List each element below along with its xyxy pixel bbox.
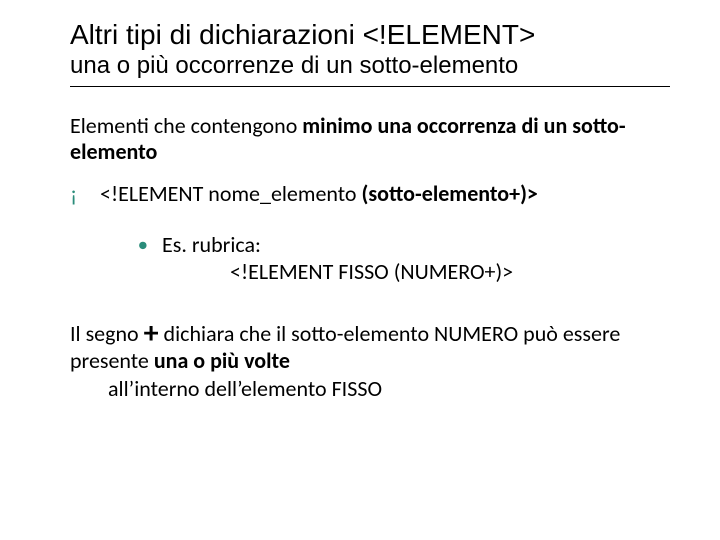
final-bold: una o più volte [154,347,290,374]
circle-bullet-icon: ¡ [70,180,100,207]
final-pre: Il segno [70,320,144,347]
final-tail: all’interno dell’elemento FISSO [70,375,670,403]
dot-bullet-icon: ● [138,236,162,256]
final-plus: + [144,315,159,352]
example-lead: Es. [162,231,192,258]
intro-text: Elementi che contengono [70,112,302,139]
example-text: rubrica: [192,231,261,258]
example-code: <!ELEMENT FISSO (NUMERO+)> [138,258,670,286]
intro-paragraph: Elementi che contengono minimo una occor… [70,113,670,166]
slide-title: Altri tipi di dichiarazioni <!ELEMENT> [70,20,670,51]
bullet-level-1: ¡<!ELEMENT nome_elemento (sotto-elemento… [70,180,670,207]
slide: Altri tipi di dichiarazioni <!ELEMENT> u… [0,0,720,412]
bullet-level-2: ●Es. rubrica: <!ELEMENT FISSO (NUMERO+)> [70,231,670,286]
slide-subtitle: una o più occorrenze di un sotto-element… [70,52,670,80]
bullet1-bold: (sotto-elemento+)> [362,180,538,207]
final-paragraph: Il segno + dichiara che il sotto-element… [70,320,670,403]
title-rule [70,86,670,87]
bullet1-text: <!ELEMENT nome_elemento [100,180,362,207]
